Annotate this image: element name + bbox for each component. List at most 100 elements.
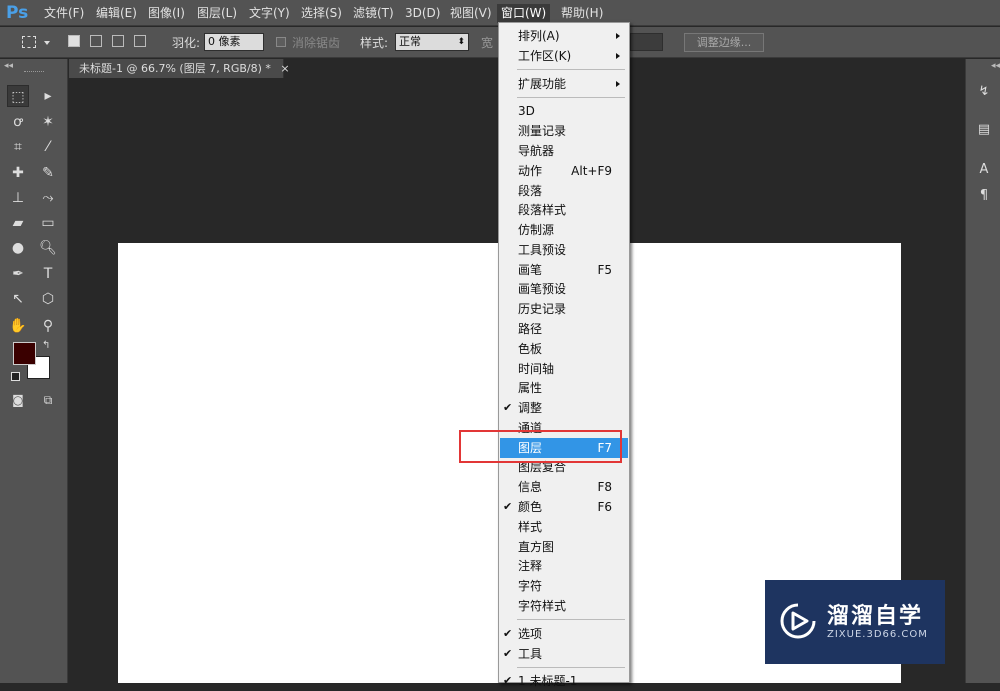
properties-panel-icon[interactable]: ▤: [975, 121, 993, 139]
magic-wand-tool-icon[interactable]: ✶: [37, 111, 59, 133]
checkmark-icon: ✔: [503, 401, 513, 414]
feather-input[interactable]: 0 像素: [204, 33, 264, 51]
menu-item-label: 排列(A): [518, 29, 560, 43]
menu-select[interactable]: 选择(S): [297, 4, 346, 23]
menu-window[interactable]: 窗口(W): [497, 4, 551, 23]
path-select-tool-icon[interactable]: ↖: [7, 288, 29, 310]
close-icon[interactable]: ×: [280, 62, 289, 75]
paragraph-panel-icon[interactable]: ¶: [975, 187, 993, 205]
document-tab[interactable]: 未标题-1 @ 66.7% (图层 7, RGB/8) * ×: [69, 59, 290, 78]
expand-icon[interactable]: ◂◂: [991, 61, 1000, 71]
menu-filter[interactable]: 滤镜(T): [349, 4, 398, 23]
intersect-selection-icon[interactable]: [134, 35, 146, 47]
shape-tool-icon[interactable]: ⬡: [37, 288, 59, 310]
swap-colors-icon[interactable]: ↰: [42, 340, 50, 351]
menu-item-extensions[interactable]: 扩展功能: [500, 74, 628, 94]
foreground-color-swatch[interactable]: [13, 342, 36, 365]
menu-layer[interactable]: 图层(L): [193, 4, 241, 23]
menu-edit[interactable]: 编辑(E): [92, 4, 141, 23]
menu-item-paragraph[interactable]: 段落: [500, 181, 628, 201]
toolbox: ◂◂ ⬚ ▸ ꝍ ✶ ⌗ ⁄ ✚ ✎ ⊥ ⤳ ▰ ▭ ● 🔍︎ ✒ T ↖ ⬡ …: [0, 59, 68, 683]
menu-item-options[interactable]: ✔ 选项: [500, 624, 628, 644]
eyedropper-tool-icon[interactable]: ⁄: [37, 136, 59, 158]
menu-item-navigator[interactable]: 导航器: [500, 141, 628, 161]
hand-tool-icon[interactable]: ✋: [7, 315, 29, 337]
gradient-tool-icon[interactable]: ▭: [37, 212, 59, 234]
menu-item-shortcut: Alt+F9: [571, 164, 612, 178]
menu-item-properties[interactable]: 属性: [500, 378, 628, 398]
checkmark-icon: ✔: [503, 627, 513, 640]
menu-item-brush-presets[interactable]: 画笔预设: [500, 279, 628, 299]
pen-tool-icon[interactable]: ✒: [7, 263, 29, 285]
menu-item-histogram[interactable]: 直方图: [500, 537, 628, 557]
zoom-tool-icon[interactable]: ⚲: [37, 315, 59, 337]
add-selection-icon[interactable]: [90, 35, 102, 47]
submenu-arrow-icon: [616, 81, 620, 87]
history-panel-icon[interactable]: ↯: [975, 83, 993, 101]
new-selection-icon[interactable]: [68, 35, 80, 47]
menu-item-character[interactable]: 字符: [500, 576, 628, 596]
menu-item-label: 画笔预设: [518, 282, 567, 296]
quick-mask-icon[interactable]: ◙: [7, 389, 29, 411]
menu-type[interactable]: 文字(Y): [245, 4, 294, 23]
menu-item-paragraph-styles[interactable]: 段落样式: [500, 200, 628, 220]
default-colors-icon[interactable]: [11, 372, 20, 381]
menu-item-adjustments[interactable]: ✔ 调整: [500, 398, 628, 418]
menu-item-notes[interactable]: 注释: [500, 556, 628, 576]
menu-item-label: 调整: [518, 401, 543, 415]
menu-item-clone-source[interactable]: 仿制源: [500, 220, 628, 240]
type-tool-icon[interactable]: T: [37, 263, 59, 285]
menu-item-info[interactable]: 信息 F8: [500, 477, 628, 497]
height-input[interactable]: [630, 33, 663, 51]
brush-tool-icon[interactable]: ✎: [37, 162, 59, 184]
toolbox-grip[interactable]: [24, 71, 44, 73]
antialias-checkbox[interactable]: [276, 37, 286, 47]
menu-file[interactable]: 文件(F): [40, 4, 88, 23]
history-brush-tool-icon[interactable]: ⤳: [37, 187, 59, 209]
menu-view[interactable]: 视图(V): [446, 4, 496, 23]
screen-mode-icon[interactable]: ⧉: [37, 389, 59, 411]
menu-item-workspace[interactable]: 工作区(K): [500, 46, 628, 66]
panel-dock: ◂◂ ↯ ▤ A ¶: [965, 59, 1000, 683]
style-select[interactable]: 正常 ⬍: [395, 33, 469, 51]
character-panel-icon[interactable]: A: [975, 161, 993, 179]
menu-item-brush[interactable]: 画笔 F5: [500, 260, 628, 280]
menu-item-swatches[interactable]: 色板: [500, 339, 628, 359]
menu-item-open-document[interactable]: ✔ 1 未标题-1: [500, 671, 628, 691]
subtract-selection-icon[interactable]: [112, 35, 124, 47]
stamp-tool-icon[interactable]: ⊥: [7, 187, 29, 209]
menu-item-measurement-log[interactable]: 测量记录: [500, 121, 628, 141]
eraser-tool-icon[interactable]: ▰: [7, 212, 29, 234]
menu-help[interactable]: 帮助(H): [557, 4, 607, 23]
crop-tool-icon[interactable]: ⌗: [7, 136, 29, 158]
menu-item-styles[interactable]: 样式: [500, 517, 628, 537]
menu-item-3d[interactable]: 3D: [500, 101, 628, 121]
marquee-preset-icon[interactable]: [22, 36, 36, 48]
menu-item-timeline[interactable]: 时间轴: [500, 359, 628, 379]
collapse-icon[interactable]: ◂◂: [4, 61, 13, 71]
menu-item-actions[interactable]: 动作 Alt+F9: [500, 161, 628, 181]
move-tool-icon[interactable]: ▸: [37, 85, 59, 107]
menu-item-label: 工具: [518, 647, 543, 661]
refine-edge-button[interactable]: 调整边缘...: [684, 33, 764, 52]
menu-image[interactable]: 图像(I): [144, 4, 189, 23]
dodge-tool-icon[interactable]: 🔍︎: [37, 237, 59, 259]
menu-item-color[interactable]: ✔ 颜色 F6: [500, 497, 628, 517]
menu-item-label: 段落: [518, 184, 543, 198]
rect-marquee-tool-icon[interactable]: ⬚: [7, 85, 29, 107]
menu-item-tools[interactable]: ✔ 工具: [500, 644, 628, 664]
menu-item-label: 字符: [518, 579, 543, 593]
menu-item-label: 直方图: [518, 540, 555, 554]
watermark-badge: 溜溜自学 ZIXUE.3D66.COM: [765, 580, 945, 664]
chevron-down-icon[interactable]: [44, 41, 50, 45]
select-arrows-icon: ⬍: [457, 37, 465, 47]
menu-item-tool-presets[interactable]: 工具预设: [500, 240, 628, 260]
blur-tool-icon[interactable]: ●: [7, 237, 29, 259]
menu-item-history[interactable]: 历史记录: [500, 299, 628, 319]
menu-item-character-styles[interactable]: 字符样式: [500, 596, 628, 616]
menu-item-arrange[interactable]: 排列(A): [500, 26, 628, 46]
lasso-tool-icon[interactable]: ꝍ: [7, 111, 29, 133]
menu-3d[interactable]: 3D(D): [401, 4, 444, 23]
healing-brush-tool-icon[interactable]: ✚: [7, 162, 29, 184]
menu-item-paths[interactable]: 路径: [500, 319, 628, 339]
